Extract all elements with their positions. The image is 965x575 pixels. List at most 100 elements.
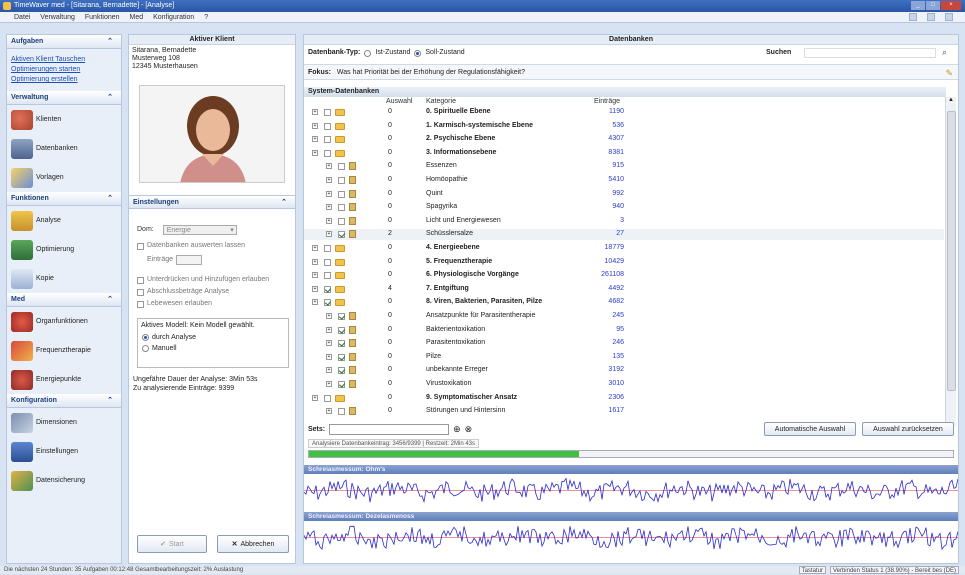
aufgaben-header[interactable]: Aufgaben ⌃ [7,35,121,49]
row-checkbox[interactable] [338,217,345,225]
expand-icon[interactable]: + [326,217,332,224]
row-checkbox[interactable] [324,285,331,293]
sets-select[interactable] [329,423,450,435]
expand-icon[interactable]: + [326,177,332,183]
radio-manuell[interactable]: Manuell [138,343,288,354]
tree-row[interactable]: +0 Spagyrika 940 [304,202,944,213]
collapse-icon[interactable]: ⌃ [107,394,113,408]
expand-icon[interactable]: + [326,163,332,170]
row-checkbox[interactable] [338,381,345,388]
tree-row[interactable]: +0 Virustoxikation 3010 [304,379,944,390]
expand-icon[interactable]: + [326,353,332,360]
check2-row[interactable]: Unterdrücken und Hinzufügen erlauben [137,275,269,285]
tree-row[interactable]: +0 0. Spirituelle Ebene 1190 [304,107,944,118]
auto-select-button[interactable]: Automatische Auswahl [764,422,856,436]
expand-icon[interactable]: + [326,326,332,333]
collapse-icon[interactable]: ⌃ [107,35,113,49]
check4-checkbox[interactable] [137,300,144,308]
row-checkbox[interactable] [324,136,331,144]
tree-row[interactable]: +0 6. Physiologische Vorgänge 261108 [304,270,944,281]
row-checkbox[interactable] [324,122,331,130]
tree-row[interactable]: +0 Bakterientoxikation 95 [304,325,944,336]
radio-soll[interactable] [414,49,422,57]
expand-icon[interactable]: + [312,272,318,279]
link-optimierungen-starten[interactable]: Optimierungen starten [7,65,121,75]
check4-row[interactable]: Lebewesen erlauben [137,299,212,309]
db-checkbox[interactable] [137,242,144,250]
row-checkbox[interactable] [324,109,331,116]
nav-datenbanken[interactable]: Datenbanken [7,134,121,163]
remove-set-icon[interactable]: ⊗ [465,424,473,435]
radio-analyse-button[interactable] [142,334,149,341]
expand-icon[interactable]: + [326,340,332,347]
expand-icon[interactable]: + [326,204,332,211]
nav-frequenztherapie[interactable]: Frequenztherapie [7,336,121,365]
row-checkbox[interactable] [324,245,331,252]
row-checkbox[interactable] [338,353,345,361]
start-button[interactable]: ✔ Start [137,535,207,553]
collapse-icon[interactable]: ⌃ [107,192,113,206]
db-check-row[interactable]: Datenbanken auswerten lassen [137,241,245,251]
add-set-icon[interactable]: ⊕ [453,424,461,435]
menu-help[interactable]: ? [204,14,208,21]
reset-select-button[interactable]: Auswahl zurücksetzen [862,422,954,436]
row-checkbox[interactable] [338,190,345,198]
tree-row[interactable]: +0 3. Informationsebene 8381 [304,148,944,159]
verwaltung-header[interactable]: Verwaltung ⌃ [7,91,121,105]
search-input[interactable] [804,48,936,58]
tree-row[interactable]: +0 5. Frequenztherapie 10429 [304,257,944,268]
nav-energiepunkte[interactable]: Energiepunkte [7,365,121,394]
nav-dimensionen[interactable]: Dimensionen [7,408,121,437]
row-checkbox[interactable] [324,258,331,266]
scroll-thumb[interactable] [947,111,956,391]
mdi-close-icon[interactable] [945,13,953,21]
row-checkbox[interactable] [338,326,345,334]
expand-icon[interactable]: + [326,381,332,387]
minimize-button[interactable]: _ [911,1,925,10]
tree-row[interactable]: +0 Quint 992 [304,189,944,200]
menu-datei[interactable]: Datei [14,14,30,21]
row-checkbox[interactable] [338,340,345,348]
expand-icon[interactable]: + [326,231,332,238]
scroll-up-icon[interactable]: ▲ [946,97,956,107]
nav-kopie[interactable]: Kopie [7,264,121,293]
col-auswahl[interactable]: Auswahl [386,97,412,107]
tree-row[interactable]: +0 2. Psychische Ebene 4307 [304,134,944,145]
med-header[interactable]: Med ⌃ [7,293,121,307]
expand-icon[interactable]: + [312,394,318,401]
row-checkbox[interactable] [338,163,345,171]
menu-funktionen[interactable]: Funktionen [85,14,120,21]
eintrag-input[interactable] [176,255,203,265]
collapse-icon[interactable]: ⌃ [281,196,287,210]
row-checkbox[interactable] [338,204,345,212]
edit-icon[interactable]: ✎ [945,65,953,81]
mdi-minimize-icon[interactable] [909,13,917,21]
row-checkbox[interactable] [338,313,345,320]
expand-icon[interactable]: + [312,136,318,143]
konfiguration-header[interactable]: Konfiguration ⌃ [7,394,121,408]
expand-icon[interactable]: + [312,299,318,306]
tree-row[interactable]: +0 Parasitentoxikation 246 [304,338,944,349]
expand-icon[interactable]: + [326,313,332,319]
nav-einstellungen[interactable]: Einstellungen [7,437,121,466]
tree-row[interactable]: +0 Essenzen 915 [304,161,944,172]
row-checkbox[interactable] [324,299,331,307]
check2-checkbox[interactable] [137,276,144,284]
maximize-button[interactable]: □ [926,1,940,10]
tree-row[interactable]: +0 unbekannte Erreger 3192 [304,365,944,376]
expand-icon[interactable]: + [312,245,318,251]
expand-icon[interactable]: + [326,367,332,374]
tree-row[interactable]: +4 7. Entgiftung 4492 [304,284,944,295]
collapse-icon[interactable]: ⌃ [107,91,113,105]
link-optimierung-erstellen[interactable]: Optimierung erstellen [7,75,121,85]
expand-icon[interactable]: + [312,109,318,115]
collapse-icon[interactable]: ⌃ [107,293,113,307]
nav-vorlagen[interactable]: Vorlagen [7,163,121,192]
dom-select[interactable]: Energie ▾ [162,225,237,235]
expand-icon[interactable]: + [312,149,318,156]
tree-row[interactable]: +0 4. Energieebene 18779 [304,243,944,254]
row-checkbox[interactable] [324,272,331,280]
row-checkbox[interactable] [338,408,345,416]
col-eintraege[interactable]: Einträge [594,97,620,107]
row-checkbox[interactable] [338,367,345,375]
